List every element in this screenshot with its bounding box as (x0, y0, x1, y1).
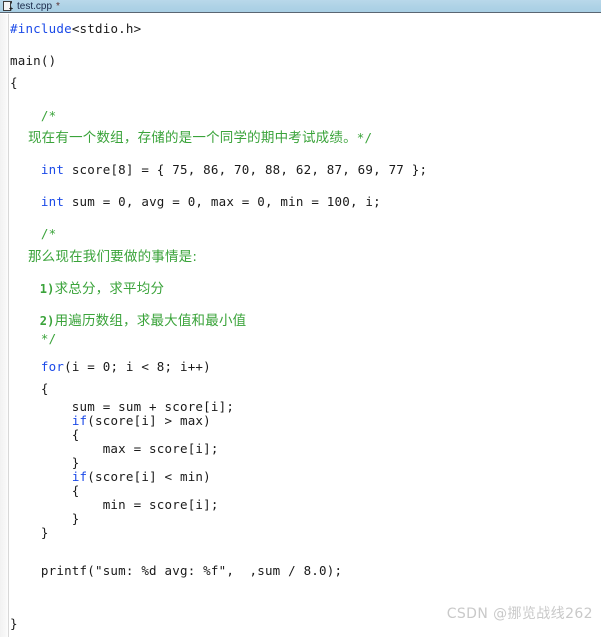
code-line: */ (10, 332, 601, 346)
code-line: min = score[i]; (10, 498, 601, 512)
code-token: 那么现在我们要做的事情是: (10, 248, 198, 265)
code-token: 现在有一个数组，存储的是一个同学的期中考试成绩。 (10, 129, 357, 146)
code-token: 2) (10, 313, 55, 328)
cpp-file-icon: + (2, 0, 13, 13)
code-line: } (10, 512, 601, 526)
code-token: } (10, 455, 80, 471)
code-token: (score[i] < min) (87, 469, 211, 485)
code-line: int sum = 0, avg = 0, max = 0, min = 100… (10, 191, 601, 213)
tab-test-cpp[interactable]: + test.cpp * (0, 0, 66, 13)
code-token: { (10, 427, 80, 443)
csdn-watermark: CSDN @挪览战线262 (446, 606, 593, 622)
code-line: /* (10, 223, 601, 245)
code-line: { (10, 72, 601, 94)
code-token: sum = 0, avg = 0, max = 0, min = 100, i; (64, 194, 381, 210)
code-token: score[8] = { 75, 86, 70, 88, 62, 87, 69,… (64, 161, 428, 177)
editor-gutter[interactable] (0, 14, 9, 637)
code-token: #include (10, 21, 72, 36)
code-editor-window: + test.cpp * #include<stdio.h> main() { /… (0, 0, 601, 637)
code-line: 2)用遍历数组，求最大值和最小值 (10, 310, 601, 332)
code-token: { (10, 381, 49, 397)
code-line: main() (10, 50, 601, 72)
code-token: */ (356, 129, 373, 145)
code-token: 求总分，求平均分 (54, 280, 165, 297)
code-line: for(i = 0; i < 8; i++) (10, 356, 601, 378)
tab-label: test.cpp (17, 0, 53, 12)
code-token: sum = sum + score[i]; (10, 399, 235, 415)
code-token: for (40, 359, 65, 375)
code-text-area[interactable]: #include<stdio.h> main() { /* 现在有一个数组，存储的… (10, 14, 601, 635)
code-token: if (71, 469, 88, 485)
editor-tab-bar: + test.cpp * (0, 0, 601, 13)
code-token: (i = 0; i < 8; i++) (64, 359, 211, 375)
code-line: /* (10, 105, 601, 127)
code-line: { (10, 428, 601, 442)
code-line: { (10, 378, 601, 400)
code-token: (score[i] > max) (87, 413, 211, 429)
code-token: min = score[i]; (10, 497, 219, 513)
code-line: 现在有一个数组，存储的是一个同学的期中考试成绩。*/ (10, 127, 601, 149)
code-token: printf("sum: %d avg: %f", ,sum / 8.0); (10, 563, 343, 579)
code-line: 那么现在我们要做的事情是: (10, 246, 601, 268)
editor-surface[interactable]: #include<stdio.h> main() { /* 现在有一个数组，存储的… (0, 14, 601, 637)
code-token: /* (10, 107, 57, 123)
code-token: <stdio.h> (71, 21, 142, 36)
code-token: int (40, 161, 65, 177)
code-line: } (10, 456, 601, 470)
code-line: 1)求总分，求平均分 (10, 278, 601, 300)
code-token: 用遍历数组，求最大值和最小值 (54, 312, 247, 329)
code-token: } (10, 615, 18, 631)
code-token: 1) (10, 281, 55, 296)
code-token: { (10, 75, 18, 91)
code-token: if (71, 413, 88, 429)
code-line: if(score[i] > max) (10, 414, 601, 428)
code-token: max = score[i]; (10, 441, 219, 457)
code-line: sum = sum + score[i]; (10, 400, 601, 414)
code-line: } (10, 526, 601, 540)
code-token: /* (10, 226, 57, 242)
code-token: } (10, 511, 80, 527)
code-line: #include<stdio.h> (10, 18, 601, 40)
code-line: max = score[i]; (10, 442, 601, 456)
code-line: if(score[i] < min) (10, 470, 601, 484)
tab-dirty-marker: * (56, 0, 60, 12)
code-token: main() (10, 53, 57, 69)
code-line: printf("sum: %d avg: %f", ,sum / 8.0); (10, 560, 601, 582)
code-line: int score[8] = { 75, 86, 70, 88, 62, 87,… (10, 159, 601, 181)
code-line: { (10, 484, 601, 498)
code-token: { (10, 483, 80, 499)
code-token: int (40, 194, 65, 210)
